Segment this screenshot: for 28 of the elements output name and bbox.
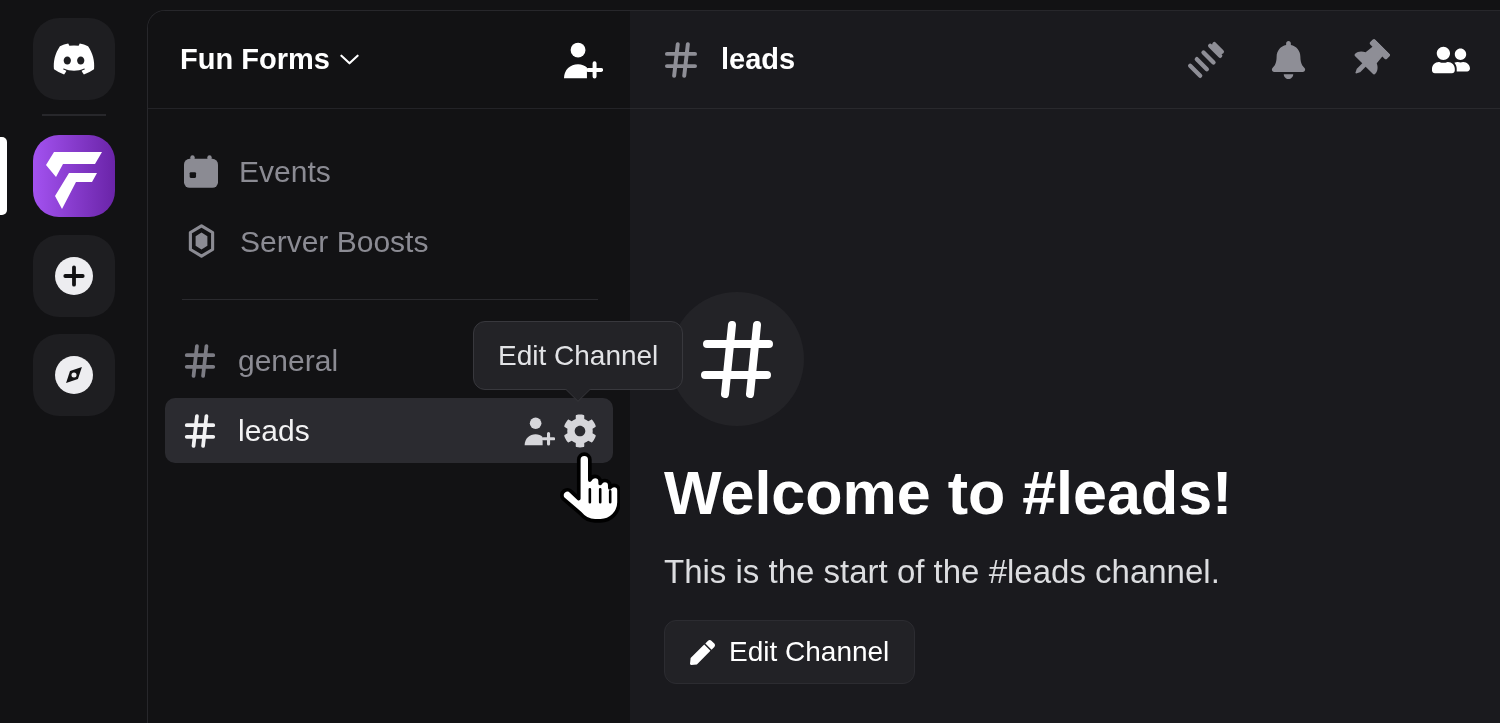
channel-title: leads [721,41,796,77]
threads-icon[interactable] [1186,39,1226,80]
channel-item[interactable]: leads [165,398,613,463]
hash-icon [664,41,698,78]
add-person-icon[interactable] [563,40,603,79]
server-icon[interactable] [32,135,115,217]
welcome-text: This is the start of the #leads channel. [664,552,1220,592]
plus-circle-icon [54,257,93,295]
gem-icon [188,224,215,258]
hash-icon [184,343,216,378]
calendar-icon [184,154,218,188]
hash-icon [184,413,216,448]
welcome-title: Welcome to #leads! [664,458,1233,529]
sidebar-item[interactable]: Server Boosts [165,210,613,272]
chevron-down-icon [339,54,359,65]
bell-icon[interactable] [1271,40,1306,79]
compass-icon [54,356,93,394]
pencil-icon [690,639,715,665]
discover-button[interactable] [32,334,115,416]
add-server-button[interactable] [32,235,115,317]
settings-icon[interactable] [563,413,597,448]
tooltip: Edit Channel [473,321,684,390]
server-name-button[interactable]: Fun Forms [180,37,359,82]
home-button[interactable] [32,18,115,100]
add-person-icon[interactable] [524,415,555,446]
sidebar-item[interactable]: Events [165,140,613,202]
edit-channel-button[interactable]: Edit Channel [664,620,916,684]
tooltip-pointer-icon [565,389,591,402]
